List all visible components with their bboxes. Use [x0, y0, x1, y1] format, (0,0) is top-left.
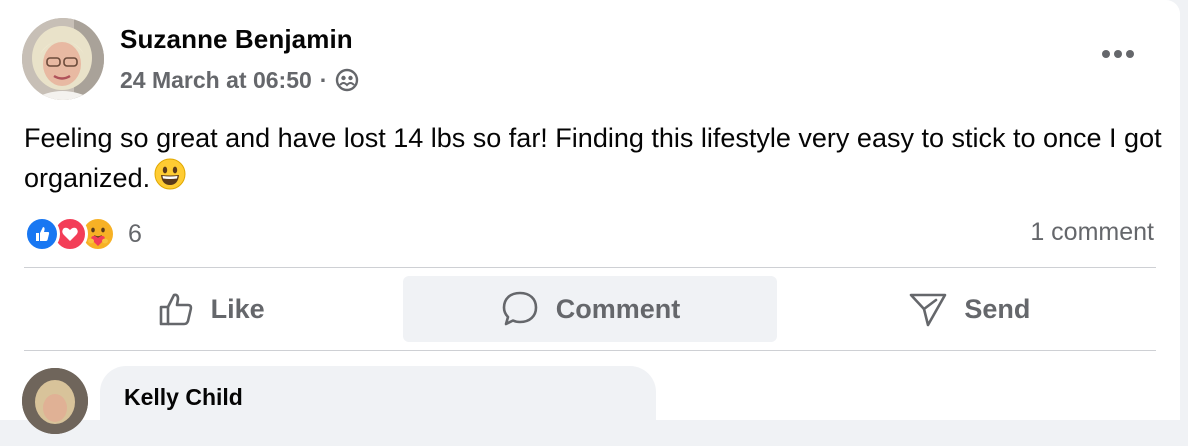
like-icon	[24, 216, 60, 252]
more-options-button[interactable]	[1096, 36, 1140, 72]
post-timestamp[interactable]: 24 March at 06:50	[120, 67, 312, 94]
reaction-count: 6	[128, 219, 142, 248]
commenter-name[interactable]: Kelly Child	[124, 384, 243, 411]
comment-bubble: Kelly Child	[100, 366, 656, 446]
meta-separator: ·	[319, 66, 328, 93]
divider-top	[24, 267, 1156, 268]
send-button[interactable]: Send	[783, 276, 1156, 342]
thumbs-up-icon	[157, 290, 195, 328]
comment-bubble-icon	[500, 289, 540, 329]
like-button[interactable]: Like	[24, 276, 397, 342]
send-label: Send	[964, 293, 1031, 324]
send-icon	[908, 289, 948, 329]
post-body: Feeling so great and have lost 14 lbs so…	[24, 118, 1164, 201]
grinning-face-emoji	[154, 158, 186, 201]
friends-group-icon[interactable]	[335, 68, 359, 92]
more-horizontal-icon	[1101, 49, 1135, 59]
author-name[interactable]: Suzanne Benjamin	[120, 24, 353, 55]
comment-button[interactable]: Comment	[403, 276, 777, 342]
post-body-text: Feeling so great and have lost 14 lbs so…	[24, 123, 1162, 193]
author-avatar[interactable]	[22, 18, 104, 100]
post-actions-bar: Like Comment Send	[24, 276, 1156, 342]
comment-label: Comment	[555, 293, 681, 324]
like-label: Like	[210, 293, 265, 324]
commenter-avatar[interactable]	[22, 368, 88, 434]
reactions-summary[interactable]: 6	[24, 214, 142, 254]
post-card: Suzanne Benjamin 24 March at 06:50 · Fee…	[0, 0, 1180, 446]
post-meta: 24 March at 06:50 ·	[120, 65, 359, 95]
divider-bottom	[24, 350, 1156, 351]
comment-count-link[interactable]: 1 comment	[1030, 218, 1154, 247]
